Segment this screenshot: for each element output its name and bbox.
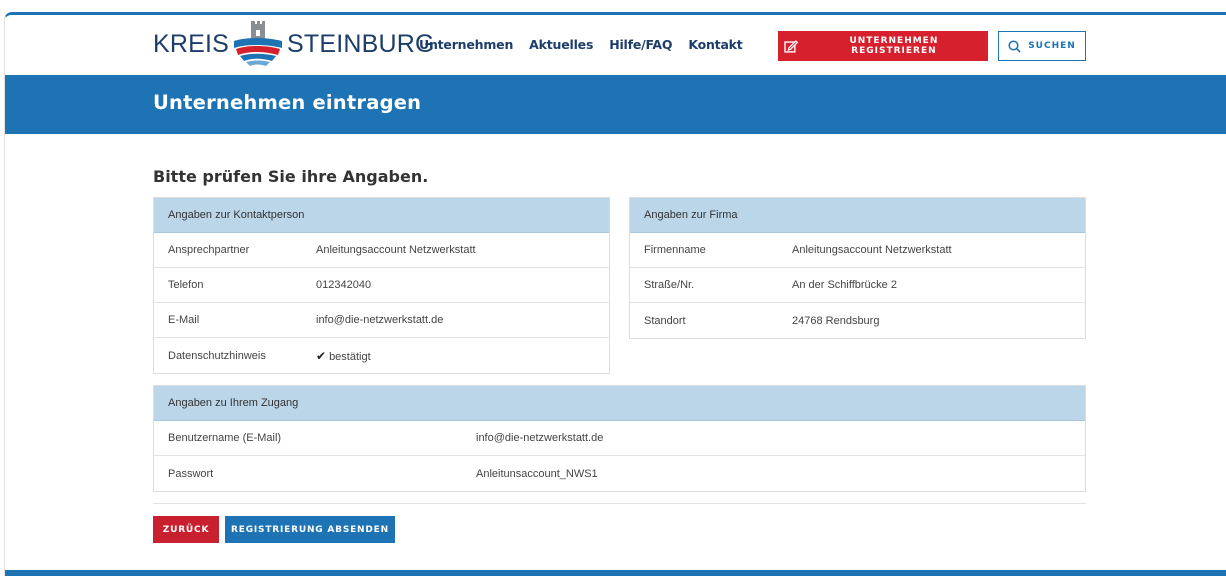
page-banner: Unternehmen eintragen (5, 75, 1226, 134)
row-value: Anleitungsaccount Netzwerkstatt (792, 244, 952, 256)
nav-item-kontakt[interactable]: Kontakt (688, 37, 742, 52)
table-row: Benutzername (E-Mail) info@die-netzwerks… (154, 421, 1085, 456)
edit-icon (784, 40, 798, 53)
row-value: Anleitunsaccount_NWS1 (476, 467, 598, 480)
site-logo[interactable]: KREIS STEINBURG (153, 21, 435, 67)
table-row: Ansprechpartner Anleitungsaccount Netzwe… (154, 233, 609, 268)
panel-heading: Angaben zur Kontaktperson (154, 198, 609, 233)
table-row: E-Mail info@die-netzwerkstatt.de (154, 303, 609, 338)
row-label: E-Mail (168, 314, 200, 326)
table-row: Passwort Anleitunsaccount_NWS1 (154, 456, 1085, 491)
table-row: Standort 24768 Rendsburg (630, 303, 1085, 338)
row-value: Anleitungsaccount Netzwerkstatt (316, 244, 476, 256)
row-label: Benutzername (E-Mail) (168, 432, 282, 444)
search-button[interactable]: SUCHEN (998, 31, 1086, 61)
row-label: Passwort (168, 467, 214, 480)
nav-item-hilfe-faq[interactable]: Hilfe/FAQ (609, 37, 672, 52)
checkmark-icon: ✔ (316, 348, 327, 363)
castle-logo-icon (234, 21, 283, 66)
section-subtitle: Bitte prüfen Sie ihre Angaben. (153, 167, 429, 186)
row-value: 24768 Rendsburg (792, 314, 880, 327)
row-value-with-check: ✔ bestätigt (316, 349, 371, 363)
page-title: Unternehmen eintragen (153, 91, 422, 114)
logo-text-right: STEINBURG (287, 29, 435, 58)
row-value: An der Schiffbrücke 2 (792, 279, 897, 291)
panel-heading: Angaben zur Firma (630, 198, 1085, 233)
row-label: Firmenname (644, 244, 706, 256)
row-label: Telefon (168, 279, 204, 291)
nav-item-aktuelles[interactable]: Aktuelles (529, 37, 593, 52)
row-value: 012342040 (316, 279, 372, 291)
consent-status: bestätigt (329, 350, 371, 363)
table-row: Firmenname Anleitungsaccount Netzwerksta… (630, 233, 1085, 268)
register-company-label: UNTERNEHMEN REGISTRIEREN (849, 36, 939, 56)
main-nav: Unternehmen Aktuelles Hilfe/FAQ Kontakt (419, 37, 743, 52)
submit-registration-button[interactable]: REGISTRIERUNG ABSENDEN (225, 516, 395, 543)
nav-item-unternehmen[interactable]: Unternehmen (419, 37, 513, 52)
access-panel: Angaben zu Ihrem Zugang Benutzername (E-… (153, 385, 1086, 492)
table-row: Datenschutzhinweis ✔ bestätigt (154, 338, 609, 373)
table-row: Straße/Nr. An der Schiffbrücke 2 (630, 268, 1085, 303)
back-button[interactable]: ZURÜCK (153, 516, 219, 543)
browser-frame: KREIS STEINBURG Unternehmen Aktuelles Hi… (4, 12, 1226, 576)
site-header: KREIS STEINBURG Unternehmen Aktuelles Hi… (5, 15, 1226, 75)
footer-strip (5, 570, 1226, 576)
contact-person-panel: Angaben zur Kontaktperson Ansprechpartne… (153, 197, 610, 374)
row-value: info@die-netzwerkstatt.de (476, 432, 604, 444)
row-label: Straße/Nr. (644, 279, 695, 291)
register-company-button[interactable]: UNTERNEHMEN REGISTRIEREN (778, 31, 988, 61)
panel-heading: Angaben zu Ihrem Zugang (154, 386, 1085, 421)
company-panel: Angaben zur Firma Firmenname Anleitungsa… (629, 197, 1086, 339)
search-icon (1008, 39, 1021, 53)
table-row: Telefon 012342040 (154, 268, 609, 303)
logo-text-left: KREIS (153, 29, 230, 58)
search-label: SUCHEN (1028, 41, 1076, 51)
divider (153, 503, 1086, 504)
row-value: info@die-netzwerkstatt.de (316, 314, 444, 326)
row-label: Ansprechpartner (168, 244, 250, 256)
row-label: Standort (644, 314, 686, 327)
row-label: Datenschutzhinweis (168, 349, 266, 362)
